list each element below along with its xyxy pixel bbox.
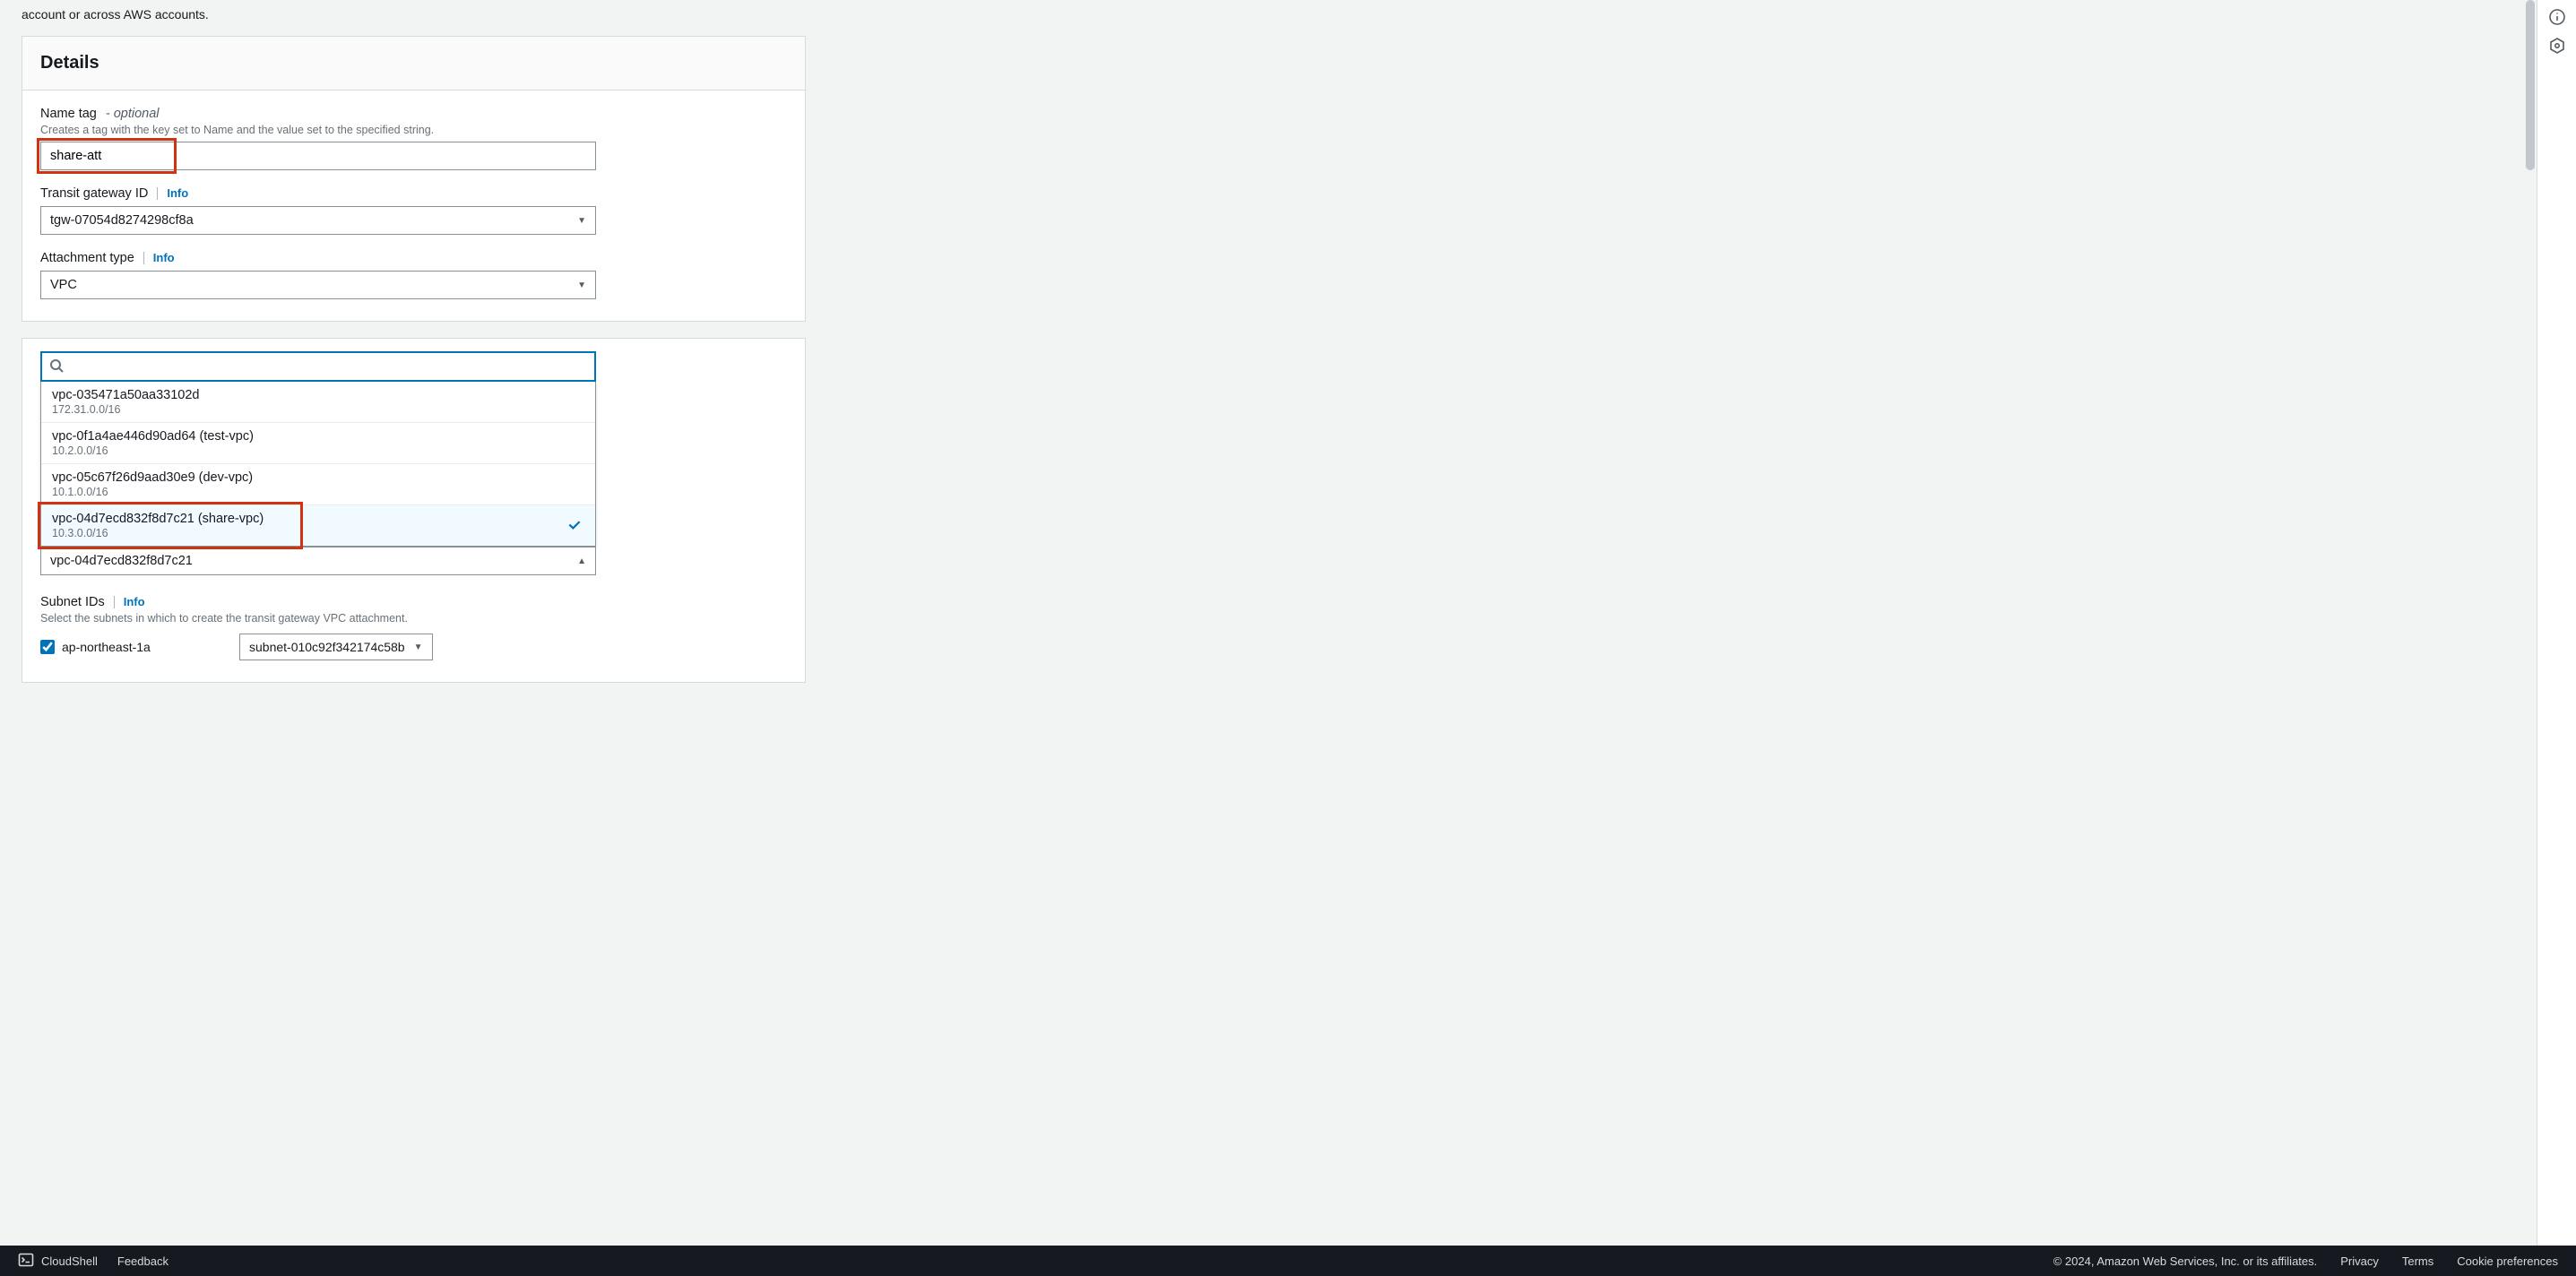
vpc-id-select[interactable]: vpc-04d7ecd832f8d7c21 ▲ <box>40 547 596 575</box>
details-header: Details <box>22 37 805 91</box>
vpc-option-cidr: 10.2.0.0/16 <box>52 444 584 457</box>
subnet-row: ap-northeast-1a subnet-010c92f342174c58b… <box>40 634 787 660</box>
caret-down-icon: ▼ <box>577 216 586 226</box>
scrollbar-track[interactable] <box>2524 0 2537 1246</box>
attachment-type-field: Attachment type Info VPC ▼ <box>40 251 787 299</box>
vpc-search-input[interactable] <box>69 353 587 380</box>
subnet-ids-help: Select the subnets in which to create th… <box>40 612 787 625</box>
divider <box>114 596 115 608</box>
tgw-id-select[interactable]: tgw-07054d8274298cf8a ▼ <box>40 206 596 235</box>
subnet-value: subnet-010c92f342174c58b <box>249 640 405 654</box>
terms-link[interactable]: Terms <box>2402 1254 2433 1268</box>
attachment-type-label: Attachment type <box>40 251 134 265</box>
attachment-type-value: VPC <box>50 278 77 292</box>
feedback-link[interactable]: Feedback <box>117 1254 169 1268</box>
subnet-ids-label: Subnet IDs <box>40 595 105 609</box>
scrollbar-thumb[interactable] <box>2526 0 2535 170</box>
name-tag-input[interactable] <box>40 142 596 170</box>
name-tag-optional: - optional <box>106 107 160 121</box>
caret-down-icon: ▼ <box>577 280 586 290</box>
subnet-ids-info-link[interactable]: Info <box>124 595 145 608</box>
vpc-search-box[interactable] <box>40 351 596 382</box>
subnet-ids-field: Subnet IDs Info Select the subnets in wh… <box>40 595 787 660</box>
vpc-option-cidr: 10.3.0.0/16 <box>52 527 584 539</box>
vpc-option-label: vpc-04d7ecd832f8d7c21 (share-vpc) <box>52 512 584 526</box>
console-footer: CloudShell Feedback © 2024, Amazon Web S… <box>0 1246 2576 1276</box>
cloudshell-label: CloudShell <box>41 1254 98 1268</box>
attachment-type-info-link[interactable]: Info <box>153 251 175 264</box>
caret-down-icon: ▼ <box>414 642 423 652</box>
divider <box>143 252 144 264</box>
tgw-id-label: Transit gateway ID <box>40 186 148 201</box>
check-icon <box>566 516 583 535</box>
hex-icon[interactable] <box>2547 36 2567 56</box>
vpc-option-label: vpc-035471a50aa33102d <box>52 388 584 402</box>
vpc-option-selected[interactable]: vpc-04d7ecd832f8d7c21 (share-vpc) 10.3.0… <box>41 505 595 546</box>
subnet-select[interactable]: subnet-010c92f342174c58b ▼ <box>239 634 433 660</box>
vpc-option[interactable]: vpc-0f1a4ae446d90ad64 (test-vpc) 10.2.0.… <box>41 423 595 464</box>
intro-text-tail: account or across AWS accounts. <box>0 0 2576 36</box>
az-label: ap-northeast-1a <box>62 640 151 654</box>
terminal-icon <box>18 1252 34 1271</box>
tgw-id-field: Transit gateway ID Info tgw-07054d827429… <box>40 186 787 235</box>
search-icon <box>49 358 64 375</box>
info-icon[interactable] <box>2547 7 2567 27</box>
right-help-rail <box>2537 0 2576 1246</box>
name-tag-label: Name tag <box>40 107 97 121</box>
name-tag-help: Creates a tag with the key set to Name a… <box>40 124 787 136</box>
az-checkbox[interactable] <box>40 640 55 654</box>
cookie-preferences-link[interactable]: Cookie preferences <box>2457 1254 2558 1268</box>
vpc-option-cidr: 172.31.0.0/16 <box>52 403 584 416</box>
vpc-option[interactable]: vpc-035471a50aa33102d 172.31.0.0/16 <box>41 382 595 423</box>
tgw-id-value: tgw-07054d8274298cf8a <box>50 213 194 228</box>
copyright-text: © 2024, Amazon Web Services, Inc. or its… <box>2053 1254 2318 1268</box>
vpc-options-list: vpc-035471a50aa33102d 172.31.0.0/16 vpc-… <box>40 382 596 547</box>
privacy-link[interactable]: Privacy <box>2340 1254 2379 1268</box>
caret-up-icon: ▲ <box>577 556 586 566</box>
name-tag-field: Name tag - optional Creates a tag with t… <box>40 107 787 170</box>
details-title: Details <box>40 53 787 73</box>
vpc-attachment-panel: vpc-035471a50aa33102d 172.31.0.0/16 vpc-… <box>22 338 806 683</box>
attachment-type-select[interactable]: VPC ▼ <box>40 271 596 299</box>
vpc-option-label: vpc-05c67f26d9aad30e9 (dev-vpc) <box>52 470 584 485</box>
az-checkbox-wrapper[interactable]: ap-northeast-1a <box>40 640 229 654</box>
vpc-option-label: vpc-0f1a4ae446d90ad64 (test-vpc) <box>52 429 584 444</box>
divider <box>157 187 158 200</box>
vpc-option[interactable]: vpc-05c67f26d9aad30e9 (dev-vpc) 10.1.0.0… <box>41 464 595 505</box>
tgw-info-link[interactable]: Info <box>167 186 188 200</box>
vpc-id-value: vpc-04d7ecd832f8d7c21 <box>50 554 193 568</box>
details-panel: Details Name tag - optional Creates a ta… <box>22 36 806 322</box>
vpc-option-cidr: 10.1.0.0/16 <box>52 486 584 498</box>
cloudshell-button[interactable]: CloudShell <box>18 1252 98 1271</box>
